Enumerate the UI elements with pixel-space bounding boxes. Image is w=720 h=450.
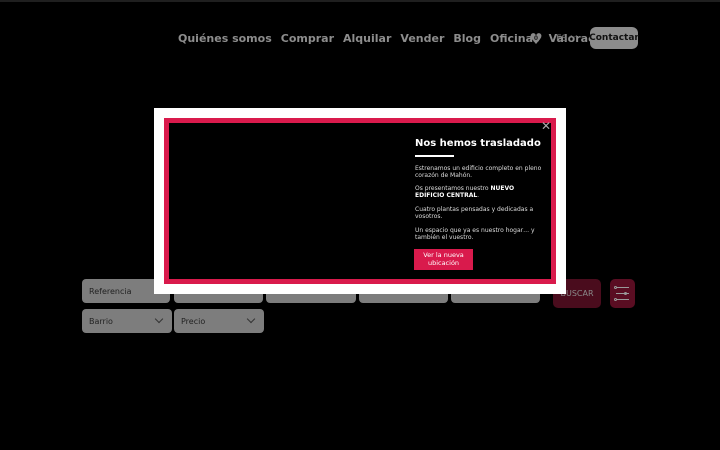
- modal-paragraph-3: Cuatro plantas pensadas y dedicadas a vo…: [415, 206, 534, 220]
- referencia-placeholder: Referencia: [89, 286, 132, 296]
- nav-comprar[interactable]: Comprar: [281, 31, 334, 47]
- precio-select[interactable]: Precio: [174, 309, 264, 333]
- chevron-down-icon: ﹀: [570, 35, 578, 43]
- filters-button[interactable]: [610, 279, 635, 308]
- barrio-select[interactable]: Barrio: [82, 309, 172, 333]
- nav-quienes-somos[interactable]: Quiénes somos: [178, 31, 272, 47]
- barrio-label: Barrio: [89, 316, 113, 326]
- modal-paragraph-2: Os presentamos nuestro NUEVO EDIFICIO CE…: [415, 185, 515, 199]
- chevron-down-icon: [246, 314, 256, 324]
- language-label: ES: [556, 34, 568, 44]
- chevron-down-icon: [154, 314, 164, 324]
- nav-alquilar[interactable]: Alquilar: [343, 31, 391, 47]
- precio-label: Precio: [181, 316, 206, 326]
- close-icon[interactable]: ✕: [540, 120, 552, 132]
- new-location-button[interactable]: Ver la nueva ubicación: [414, 249, 473, 270]
- favorites-button[interactable]: ♥ 0: [528, 31, 544, 47]
- language-selector[interactable]: ES ﹀: [556, 34, 577, 44]
- modal-title: Nos hemos trasladado: [415, 138, 541, 149]
- nav-blog[interactable]: Blog: [453, 31, 481, 47]
- top-divider: [0, 0, 720, 2]
- favorites-count: 0: [533, 35, 539, 42]
- modal-title-rule: [415, 155, 454, 157]
- contact-button[interactable]: Contactar: [589, 27, 639, 49]
- modal-paragraph-4: Un espacio que ya es nuestro hogar… y ta…: [415, 227, 535, 241]
- modal-paragraph-1: Estrenamos un edificio completo en pleno…: [415, 165, 542, 179]
- nav-vender[interactable]: Vender: [400, 31, 444, 47]
